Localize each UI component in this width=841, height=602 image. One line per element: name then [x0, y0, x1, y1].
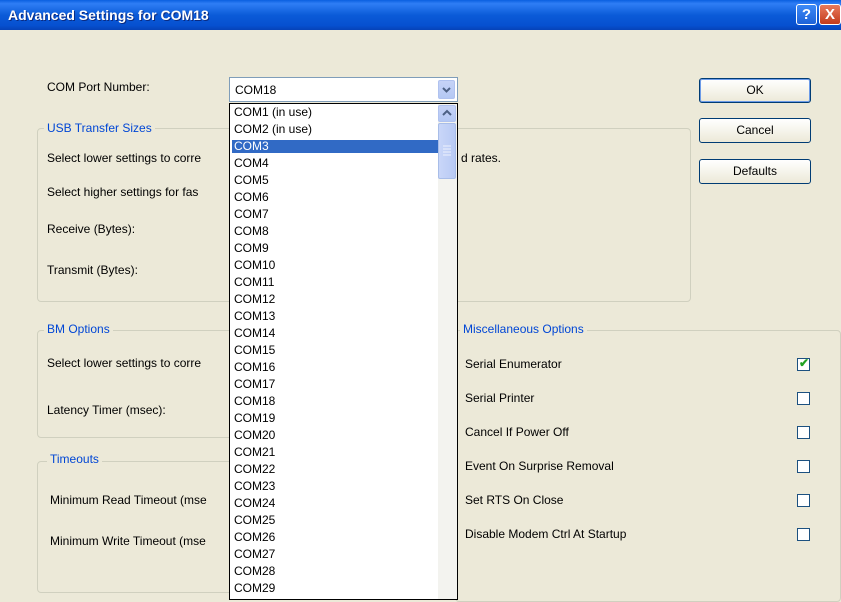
cancel-button[interactable]: Cancel: [699, 118, 811, 143]
dropdown-item[interactable]: COM8: [232, 225, 438, 238]
scroll-up-button[interactable]: [438, 105, 456, 122]
combo-dropdown-button[interactable]: [438, 80, 455, 99]
title-bar: Advanced Settings for COM18 ? X: [0, 0, 841, 30]
receive-label: Receive (Bytes):: [47, 222, 136, 236]
dropdown-item[interactable]: COM21: [232, 446, 438, 459]
chevron-down-icon: [442, 87, 451, 93]
dropdown-item[interactable]: COM6: [232, 191, 438, 204]
dropdown-item[interactable]: COM12: [232, 293, 438, 306]
dropdown-item[interactable]: COM24: [232, 497, 438, 510]
usb-line2: Select higher settings for fas: [47, 185, 199, 199]
dropdown-item[interactable]: COM2 (in use): [232, 123, 438, 136]
latency-label: Latency Timer (msec):: [47, 403, 166, 417]
dropdown-item[interactable]: COM7: [232, 208, 438, 221]
dropdown-item[interactable]: COM15: [232, 344, 438, 357]
timeouts-legend: Timeouts: [47, 452, 102, 466]
min-write-label: Minimum Write Timeout (mse: [50, 534, 206, 548]
scrollbar-thumb[interactable]: [438, 123, 456, 179]
dropdown-item[interactable]: COM9: [232, 242, 438, 255]
misc-option-label: Serial Printer: [465, 391, 535, 405]
dropdown-item[interactable]: COM26: [232, 531, 438, 544]
misc-option-label: Event On Surprise Removal: [465, 459, 614, 473]
grip-icon: [443, 145, 451, 156]
close-button[interactable]: X: [819, 4, 841, 25]
defaults-button[interactable]: Defaults: [699, 159, 811, 184]
misc-option-label: Serial Enumerator: [465, 357, 562, 371]
com-port-value: COM18: [235, 83, 277, 97]
misc-option-label: Cancel If Power Off: [465, 425, 569, 439]
bm-line1: Select lower settings to corre: [47, 356, 202, 370]
dropdown-item[interactable]: COM20: [232, 429, 438, 442]
com-port-select[interactable]: COM18: [229, 77, 458, 102]
dropdown-item[interactable]: COM19: [232, 412, 438, 425]
usb-transfer-legend: USB Transfer Sizes: [44, 121, 155, 135]
dropdown-item[interactable]: COM22: [232, 463, 438, 476]
misc-option-label: Disable Modem Ctrl At Startup: [465, 527, 627, 541]
dropdown-item[interactable]: COM29: [232, 582, 438, 595]
com-port-label: COM Port Number:: [47, 80, 150, 94]
dropdown-item[interactable]: COM16: [232, 361, 438, 374]
bm-options-legend: BM Options: [44, 322, 113, 336]
dropdown-item[interactable]: COM17: [232, 378, 438, 391]
chevron-up-icon: [442, 109, 452, 116]
checkmark-icon: ✔: [799, 356, 810, 370]
com-port-dropdown-list[interactable]: COM1 (in use) COM2 (in use) COM3 COM4 COM5 CO…: [229, 103, 458, 600]
dropdown-scrollbar[interactable]: [438, 104, 457, 599]
misc-option-checkbox[interactable]: [797, 460, 810, 473]
misc-option-checkbox[interactable]: [797, 392, 810, 405]
ok-button[interactable]: OK: [699, 78, 811, 103]
min-read-label: Minimum Read Timeout (mse: [50, 493, 207, 507]
dropdown-item[interactable]: COM25: [232, 514, 438, 527]
help-button[interactable]: ?: [796, 4, 817, 25]
dropdown-item[interactable]: COM13: [232, 310, 438, 323]
dropdown-item[interactable]: COM27: [232, 548, 438, 561]
transmit-label: Transmit (Bytes):: [47, 263, 138, 277]
dropdown-item[interactable]: COM4: [232, 157, 438, 170]
misc-option-checkbox[interactable]: ✔: [797, 356, 810, 371]
dropdown-item[interactable]: COM18: [232, 395, 438, 408]
dropdown-item[interactable]: COM10: [232, 259, 438, 272]
close-icon: X: [824, 6, 835, 23]
dropdown-item[interactable]: COM23: [232, 480, 438, 493]
dropdown-item[interactable]: COM1 (in use): [232, 106, 438, 119]
window-title: Advanced Settings for COM18: [8, 7, 209, 23]
misc-option-checkbox[interactable]: [797, 494, 810, 507]
misc-option-checkbox[interactable]: [797, 426, 810, 439]
misc-option-checkbox[interactable]: [797, 528, 810, 541]
dropdown-item[interactable]: COM5: [232, 174, 438, 187]
dropdown-item[interactable]: COM3: [232, 140, 438, 153]
dropdown-item[interactable]: COM14: [232, 327, 438, 340]
dropdown-item[interactable]: COM11: [232, 276, 438, 289]
misc-option-label: Set RTS On Close: [465, 493, 564, 507]
usb-line1: Select lower settings to corre: [47, 151, 202, 165]
dropdown-item[interactable]: COM28: [232, 565, 438, 578]
help-icon: ?: [801, 6, 812, 23]
misc-options-legend: Miscellaneous Options: [460, 322, 587, 336]
usb-line1-tail: d rates.: [461, 151, 502, 165]
